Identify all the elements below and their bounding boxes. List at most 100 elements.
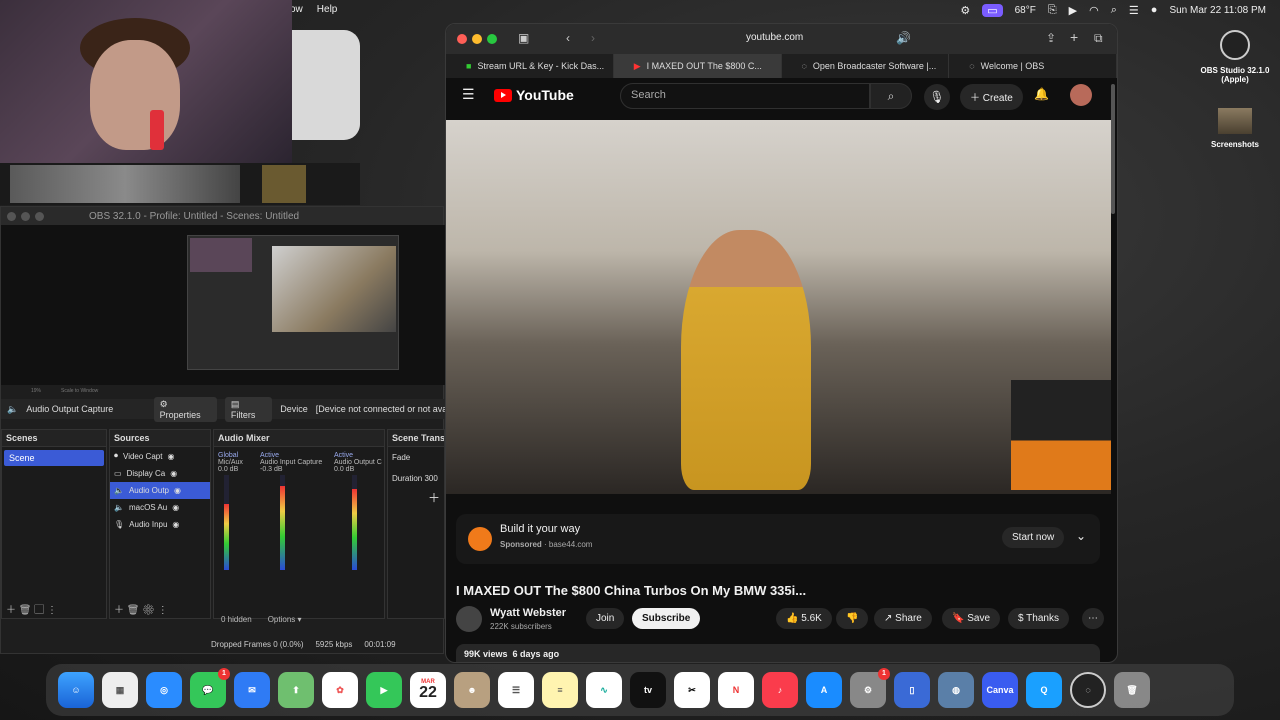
safari-icon[interactable]: ◎ bbox=[146, 672, 182, 708]
bell-icon[interactable]: 🔔 bbox=[1034, 87, 1049, 101]
ad-banner[interactable]: Build it your way Sponsored · base44.com… bbox=[456, 514, 1100, 564]
siri-icon[interactable]: ● bbox=[1151, 4, 1158, 16]
join-button[interactable]: Join bbox=[586, 608, 625, 629]
eye-icon[interactable]: ◉ bbox=[174, 486, 181, 495]
search-button[interactable]: ⌕ bbox=[870, 83, 912, 109]
clock[interactable]: Sun Mar 22 11:08 PM bbox=[1169, 5, 1266, 16]
play-icon[interactable]: ▶ bbox=[1069, 4, 1077, 17]
volume-meter[interactable] bbox=[224, 475, 229, 570]
ad-domain[interactable]: base44.com bbox=[549, 540, 593, 549]
filters-button[interactable]: ▤ Filters bbox=[224, 396, 273, 422]
avatar[interactable] bbox=[1070, 84, 1092, 106]
tab-kick[interactable]: ■ Stream URL & Key - Kick Das... bbox=[446, 54, 614, 78]
close-button[interactable] bbox=[457, 34, 467, 44]
source-item[interactable]: 🔈 macOS Au ◉ bbox=[110, 499, 210, 516]
maps-icon[interactable]: ⬆ bbox=[278, 672, 314, 708]
share-icon[interactable]: ⇪ bbox=[1046, 31, 1056, 45]
notes-icon[interactable]: ≡ bbox=[542, 672, 578, 708]
photos-icon[interactable]: ✿ bbox=[322, 672, 358, 708]
mail-icon[interactable]: ✉ bbox=[234, 672, 270, 708]
volume-meter[interactable] bbox=[352, 475, 357, 570]
music-icon[interactable]: ♪ bbox=[762, 672, 798, 708]
minimize-button[interactable] bbox=[472, 34, 482, 44]
tab-obs-site[interactable]: ◌ Open Broadcaster Software |... bbox=[782, 54, 950, 78]
wifi-icon[interactable]: ◠ bbox=[1089, 4, 1099, 17]
scale-mode[interactable]: Scale to Window bbox=[61, 388, 98, 394]
eye-icon[interactable]: ◉ bbox=[170, 469, 177, 478]
contacts-icon[interactable]: ☻ bbox=[454, 672, 490, 708]
share-button[interactable]: ↗ Share bbox=[874, 608, 932, 629]
appstore-icon[interactable]: A bbox=[806, 672, 842, 708]
eye-icon[interactable]: ◉ bbox=[167, 452, 174, 461]
back-icon[interactable]: ‹ bbox=[566, 31, 570, 45]
source-item[interactable]: ▭ Display Ca ◉ bbox=[110, 465, 210, 482]
subscribe-button[interactable]: Subscribe bbox=[632, 608, 701, 629]
scenes-toolbar[interactable]: ＋ 🗑 ▢ ⋮ bbox=[6, 601, 57, 616]
zoom-button[interactable] bbox=[35, 211, 44, 221]
zoom-level[interactable]: 19% bbox=[31, 388, 41, 394]
scrollbar[interactable] bbox=[1111, 84, 1115, 214]
tab-youtube[interactable]: ▶ I MAXED OUT The $800 C... bbox=[613, 54, 782, 78]
control-center-icon[interactable]: ⚙ bbox=[960, 4, 970, 17]
device-select[interactable]: [Device not connected or not avail bbox=[316, 404, 445, 414]
options-button[interactable]: Options ▾ bbox=[268, 615, 302, 624]
obs-preview[interactable] bbox=[1, 225, 445, 385]
news-icon[interactable]: N bbox=[718, 672, 754, 708]
desktop-screenshots-folder[interactable]: Screenshots bbox=[1190, 108, 1280, 149]
source-item[interactable]: 🎙 Audio Inpu ◉ bbox=[110, 516, 210, 533]
thanks-button[interactable]: $ Thanks bbox=[1008, 608, 1069, 629]
launchpad-icon[interactable]: ▦ bbox=[102, 672, 138, 708]
new-tab-icon[interactable]: + bbox=[1070, 29, 1078, 45]
phone-mirroring-icon[interactable]: ▯ bbox=[894, 672, 930, 708]
video-description[interactable]: 99K views 6 days ago bbox=[456, 644, 1100, 662]
finder-icon[interactable]: ☺ bbox=[58, 672, 94, 708]
weather-temp[interactable]: 68°F bbox=[1015, 5, 1036, 16]
share-icon[interactable]: ⎘ bbox=[1048, 4, 1057, 17]
calendar-icon[interactable]: MAR 22 bbox=[410, 672, 446, 708]
menu-item-help[interactable]: Help bbox=[317, 4, 338, 15]
audio-icon[interactable]: 🔊 bbox=[896, 31, 911, 45]
source-item[interactable]: ⏺ Video Capt ◉ bbox=[110, 447, 210, 465]
duration-input[interactable]: 300 bbox=[424, 474, 437, 483]
reminders-icon[interactable]: ☰ bbox=[498, 672, 534, 708]
like-button[interactable]: 👍 5.6K bbox=[776, 608, 832, 629]
address-bar[interactable]: youtube.com bbox=[746, 32, 803, 43]
desktop-obs-app[interactable]: OBS Studio 32.1.0 (Apple) bbox=[1190, 30, 1280, 84]
save-button[interactable]: 🔖 Save bbox=[942, 608, 1001, 629]
search-input[interactable]: Search bbox=[620, 83, 870, 109]
trash-icon[interactable]: 🗑 bbox=[1114, 672, 1150, 708]
toggles-icon[interactable]: ☰ bbox=[1129, 4, 1139, 17]
dislike-button[interactable]: 👎 bbox=[836, 608, 869, 629]
eye-icon[interactable]: ◉ bbox=[172, 520, 179, 529]
channel-avatar[interactable] bbox=[456, 606, 482, 632]
scene-item[interactable]: Scene bbox=[4, 450, 104, 466]
quicktime-icon[interactable]: Q bbox=[1026, 672, 1062, 708]
tab-overview-icon[interactable]: ⧉ bbox=[1094, 31, 1103, 46]
video-player[interactable] bbox=[446, 120, 1111, 494]
more-icon[interactable]: ⋯ bbox=[1082, 608, 1104, 629]
zoom-button[interactable] bbox=[487, 34, 497, 44]
create-button[interactable]: ＋ Create bbox=[960, 84, 1023, 110]
obs-icon[interactable]: ◌ bbox=[1070, 672, 1106, 708]
channel-name[interactable]: Wyatt Webster bbox=[490, 607, 566, 619]
volume-meter[interactable] bbox=[280, 475, 285, 570]
transition-select[interactable]: Fade bbox=[388, 447, 444, 468]
ad-cta-button[interactable]: Start now bbox=[1002, 527, 1065, 548]
settings-icon[interactable]: ⚙ 1 bbox=[850, 668, 890, 708]
canva-icon[interactable]: Canva bbox=[982, 672, 1018, 708]
app-icon[interactable]: ◍ bbox=[938, 672, 974, 708]
minimize-button[interactable] bbox=[21, 211, 30, 221]
screen-record-icon[interactable]: ▭ bbox=[982, 3, 1003, 17]
properties-button[interactable]: ⚙ Properties bbox=[153, 396, 217, 422]
sidebar-icon[interactable]: ▣ bbox=[518, 31, 529, 45]
sources-toolbar[interactable]: ＋ 🗑 ⚙ ⋮ bbox=[114, 601, 168, 616]
tab-welcome-obs[interactable]: ◌ Welcome | OBS bbox=[949, 54, 1117, 78]
chevron-down-icon[interactable]: ⌄ bbox=[1076, 529, 1086, 543]
eye-icon[interactable]: ◉ bbox=[172, 503, 179, 512]
menu-icon[interactable]: ☰ bbox=[462, 86, 475, 103]
source-item[interactable]: 🔈 Audio Outp ◉ bbox=[110, 482, 210, 499]
facetime-icon[interactable]: ▶ bbox=[366, 672, 402, 708]
close-button[interactable] bbox=[7, 211, 16, 221]
messages-icon[interactable]: 💬 1 bbox=[190, 668, 230, 708]
search-icon[interactable]: ⌕ bbox=[1111, 4, 1117, 17]
